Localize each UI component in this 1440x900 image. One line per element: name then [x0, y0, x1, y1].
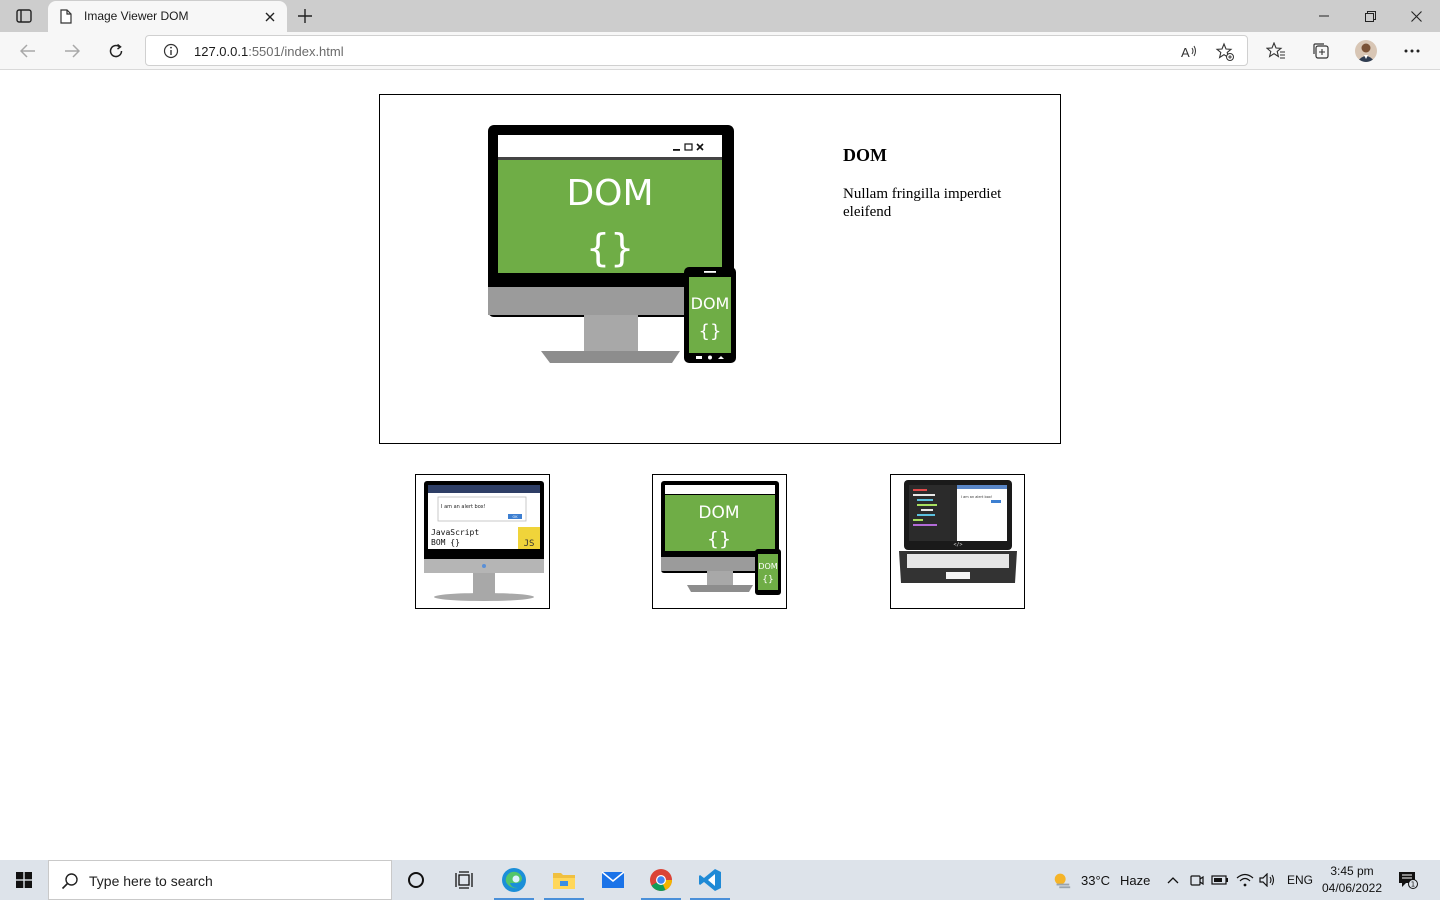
add-favorite-icon[interactable]	[1215, 42, 1235, 62]
chrome-icon[interactable]	[637, 860, 685, 900]
tab-title: Image Viewer DOM	[84, 9, 189, 23]
site-info-icon[interactable]	[163, 43, 179, 59]
task-view-icon[interactable]	[440, 860, 488, 900]
restore-icon[interactable]	[1348, 4, 1392, 28]
weather-icon[interactable]	[1052, 870, 1072, 890]
wifi-icon[interactable]	[1235, 870, 1255, 890]
battery-icon[interactable]	[1210, 870, 1230, 890]
mail-icon[interactable]	[589, 860, 637, 900]
forward-icon[interactable]	[60, 39, 84, 63]
thumbnail-bom[interactable]: I am an alert box! OK JavaScript BOM {} …	[415, 474, 550, 609]
laptop-alert-text: I am an alert box!	[961, 495, 992, 499]
notification-count: 1	[1411, 881, 1415, 889]
more-options-icon[interactable]	[1401, 40, 1423, 62]
meet-now-icon[interactable]	[1187, 870, 1207, 890]
browser-tab-strip: Image Viewer DOM	[0, 0, 1440, 32]
thumb-phone-braces: {}	[762, 575, 773, 585]
file-explorer-icon[interactable]	[540, 860, 588, 900]
weather-temperature[interactable]: 33°C	[1081, 873, 1110, 888]
collections-icon[interactable]	[1310, 40, 1332, 62]
read-aloud-icon[interactable]: A	[1179, 42, 1199, 62]
alert-ok-label: OK	[512, 515, 518, 519]
thumbnail-laptop[interactable]: I am an alert box! </>	[890, 474, 1025, 609]
new-tab-icon[interactable]	[294, 5, 316, 27]
laptop-tag-text: </>	[953, 542, 962, 548]
phone-braces-text: {}	[699, 321, 722, 342]
clock[interactable]: 3:45 pm 04/06/2022	[1318, 863, 1386, 897]
vscode-icon[interactable]	[686, 860, 734, 900]
screen-braces-text: {}	[586, 226, 634, 270]
edge-app-icon[interactable]	[490, 860, 538, 900]
browser-tab[interactable]: Image Viewer DOM	[48, 1, 287, 32]
favorites-icon[interactable]	[1265, 40, 1287, 62]
minimize-icon[interactable]	[1302, 4, 1346, 28]
thumb-braces-text: {}	[707, 528, 731, 550]
weather-description[interactable]: Haze	[1120, 873, 1150, 888]
thumbnail-dom[interactable]: DOM {} DOM {}	[652, 474, 787, 609]
thumb-dom-text: DOM	[698, 503, 739, 523]
search-icon	[61, 872, 79, 890]
image-viewer: DOM {} DOM {} DOM Nullam fringilla imper…	[379, 94, 1061, 444]
url-path: :5501/index.html	[248, 44, 344, 59]
alert-text: I am an alert box!	[441, 504, 486, 510]
page-icon	[60, 9, 74, 25]
url-text: 127.0.0.1:5501/index.html	[194, 44, 344, 59]
search-placeholder: Type here to search	[89, 873, 213, 889]
js-badge: JS	[524, 539, 535, 549]
refresh-icon[interactable]	[104, 39, 128, 63]
image-details: DOM Nullam fringilla imperdiet eleifend	[843, 145, 1043, 221]
taskbar: Type here to search 33°C Haze ENG 3:45 p	[0, 860, 1440, 900]
image-description: Nullam fringilla imperdiet eleifend	[843, 186, 1002, 220]
profile-avatar[interactable]	[1355, 40, 1377, 62]
taskbar-search-box[interactable]: Type here to search	[48, 860, 392, 900]
url-host: 127.0.0.1	[194, 44, 249, 59]
main-image: DOM {} DOM {}	[488, 125, 736, 363]
tab-actions-icon[interactable]	[12, 6, 36, 26]
browser-toolbar: 127.0.0.1:5501/index.html A	[0, 32, 1440, 70]
chevron-up-icon[interactable]	[1163, 870, 1183, 890]
close-window-icon[interactable]	[1394, 4, 1438, 28]
address-bar[interactable]: 127.0.0.1:5501/index.html A	[145, 35, 1248, 66]
cortana-icon[interactable]	[392, 860, 440, 900]
language-indicator[interactable]: ENG	[1287, 873, 1313, 887]
clock-time: 3:45 pm	[1330, 864, 1374, 878]
windows-start-icon[interactable]	[0, 860, 48, 900]
volume-icon[interactable]	[1258, 870, 1278, 890]
code-line-1: JavaScript	[431, 528, 479, 537]
phone-dom-text: DOM	[691, 294, 730, 313]
thumb-phone-text: DOM	[758, 562, 777, 571]
close-tab-icon[interactable]	[262, 9, 278, 25]
image-title: DOM	[843, 145, 887, 165]
notifications-icon[interactable]: 1	[1398, 870, 1418, 890]
code-line-2: BOM {}	[431, 538, 460, 547]
clock-date: 04/06/2022	[1321, 881, 1383, 895]
svg-text:A: A	[1181, 45, 1190, 60]
screen-dom-text: DOM	[566, 173, 653, 214]
back-icon[interactable]	[16, 39, 40, 63]
